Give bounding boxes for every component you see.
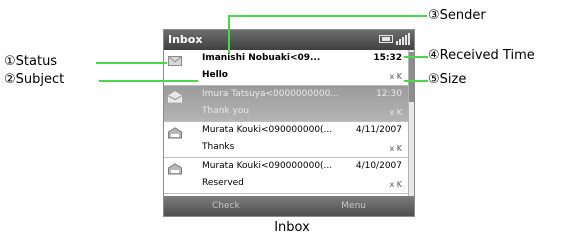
title-bar: Inbox [164, 30, 414, 50]
softkey-bar: Check Menu [164, 196, 414, 216]
message-subject: Reserved [202, 178, 244, 188]
message-time: 4/10/2007 [355, 161, 402, 171]
callout-line-sender-h [228, 15, 427, 17]
message-sender: Imanishi Nobuaki<09... [202, 53, 321, 63]
message-size: x K [389, 144, 402, 153]
message-row[interactable]: Imanishi Nobuaki<09... 15:32 Hello x K [164, 50, 410, 86]
message-sender: Imura Tatsuya<0000000000... [202, 89, 339, 99]
message-time: 15:32 [373, 53, 402, 63]
message-row[interactable]: Imura Tatsuya<0000000000... 12:30 Thank … [164, 86, 410, 122]
message-row[interactable]: Murata Kouki<090000000(... 4/11/2007 Tha… [164, 122, 410, 158]
message-subject: Hello [202, 70, 228, 80]
callout-line-subject [99, 80, 198, 82]
envelope-sms-icon [168, 163, 182, 175]
message-subject: Thank you [202, 106, 250, 116]
envelope-sms-icon [168, 127, 182, 139]
message-time: 12:30 [376, 89, 402, 99]
message-row[interactable]: Murata Kouki<090000000(... 4/10/2007 Res… [164, 158, 410, 194]
scrollbar-thumb[interactable] [409, 52, 414, 102]
callout-size: ⑤Size [428, 72, 467, 87]
callout-line-sender-v [228, 15, 230, 53]
window-title: Inbox [168, 33, 203, 46]
scrollbar[interactable] [408, 50, 414, 198]
status-icons [379, 33, 410, 45]
signal-icon [396, 33, 410, 45]
check-softkey[interactable]: Check [212, 196, 240, 216]
message-size: x K [389, 72, 402, 81]
inbox-screen: Inbox Imanishi Nobuaki<09... 15:32 Hello… [163, 29, 415, 217]
callout-sender: ③Sender [428, 8, 486, 23]
envelope-read-icon [168, 91, 182, 103]
message-subject: Thanks [202, 142, 235, 152]
callout-subject: ②Subject [4, 72, 65, 87]
envelope-unread-icon [168, 56, 182, 66]
callout-received-time: ④Received Time [428, 48, 535, 63]
message-sender: Murata Kouki<090000000(... [202, 125, 333, 135]
battery-icon [379, 35, 393, 43]
menu-softkey[interactable]: Menu [341, 196, 366, 216]
message-time: 4/11/2007 [355, 125, 402, 135]
callout-line-time [404, 56, 428, 58]
callout-line-status [96, 62, 167, 64]
callout-line-size [404, 80, 428, 82]
callout-status: ①Status [4, 54, 58, 69]
figure-caption: Inbox [274, 220, 310, 235]
message-size: x K [389, 180, 402, 189]
message-list[interactable]: Imanishi Nobuaki<09... 15:32 Hello x K I… [164, 50, 414, 198]
message-size: x K [389, 108, 402, 117]
message-sender: Murata Kouki<090000000(... [202, 161, 333, 171]
